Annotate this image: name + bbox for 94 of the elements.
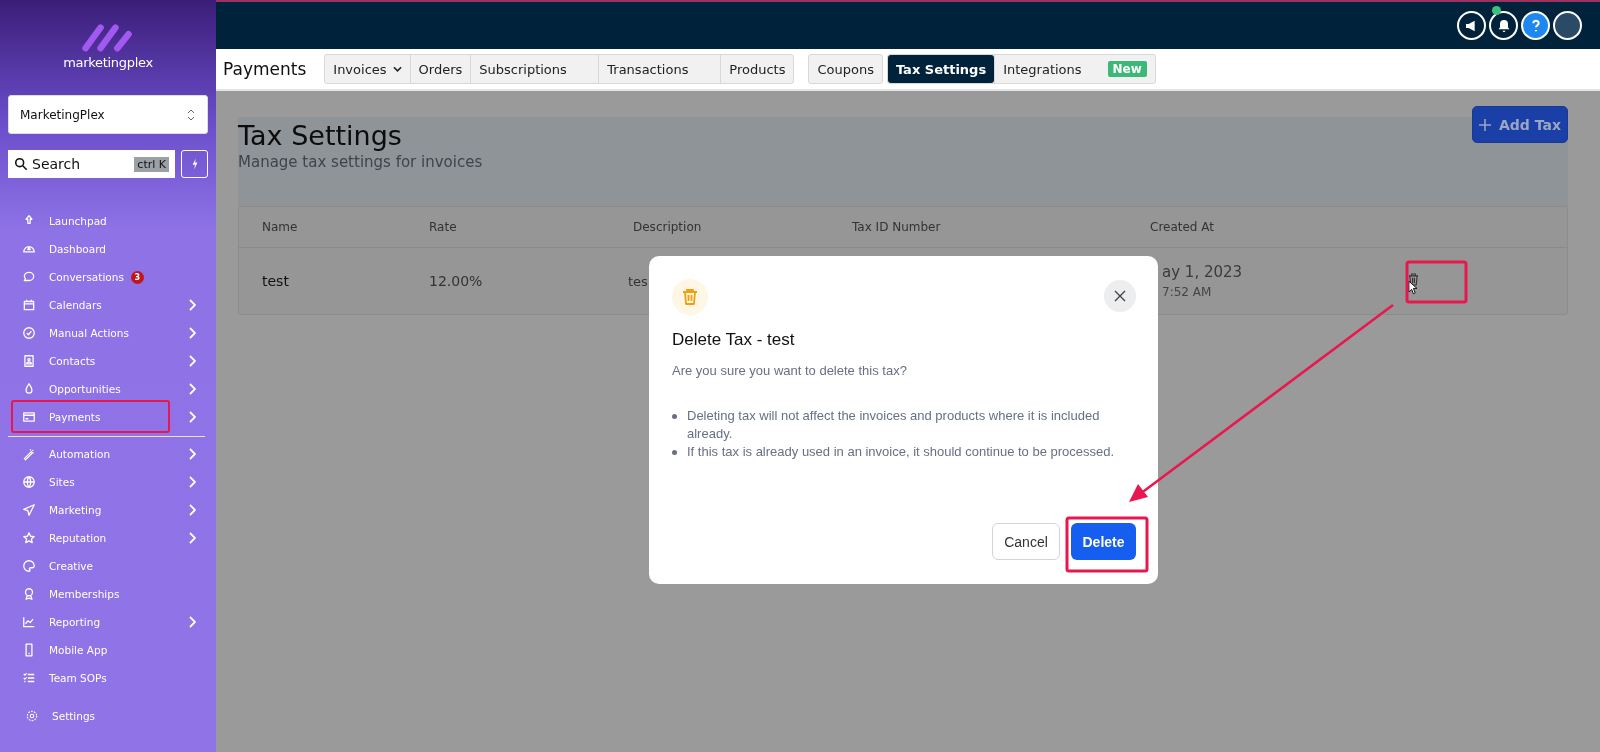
nav-item[interactable]: Conversations 3 <box>0 263 216 291</box>
nav-icon <box>22 447 36 461</box>
dialog-bullet: Deleting tax will not affect the invoices and products where it is included already. <box>687 407 1101 443</box>
dialog-message: Are you sure you want to delete this tax? <box>672 363 908 378</box>
chevron-icon <box>188 616 196 628</box>
cursor-icon <box>1408 280 1417 295</box>
nav-item[interactable]: Marketing <box>0 496 216 524</box>
shortcut-hint: ctrl K <box>134 156 169 172</box>
nav-item[interactable]: Dashboard <box>0 235 216 263</box>
nav-item[interactable]: Automation <box>0 440 216 468</box>
column-header: Description <box>633 220 703 234</box>
nav-item[interactable]: Reporting <box>0 608 216 636</box>
tab[interactable]: Products <box>720 55 794 83</box>
nav-item[interactable]: Payments <box>0 403 216 431</box>
search-icon <box>14 157 28 171</box>
tab[interactable]: Invoices <box>325 55 410 83</box>
nav-icon <box>22 382 36 396</box>
nav-item[interactable]: Calendars <box>0 291 216 319</box>
lightning-icon <box>190 157 199 171</box>
nav-icon <box>22 475 36 489</box>
chevron-icon <box>188 299 196 311</box>
chevron-icon <box>188 476 196 488</box>
delete-button[interactable]: Delete <box>1071 523 1136 560</box>
sort-icon <box>187 108 195 121</box>
table-cell-text: test <box>262 273 290 289</box>
nav-item[interactable]: Sites <box>0 468 216 496</box>
add-tax-button[interactable]: Add Tax <box>1472 106 1568 143</box>
table-cell-text: 7:52 AM <box>1162 285 1213 299</box>
tab[interactable]: Integrations New <box>994 55 1155 83</box>
nav-item[interactable]: Memberships <box>0 580 216 608</box>
quick-action-button[interactable] <box>181 150 208 178</box>
chevron-icon <box>188 383 196 395</box>
nav-icon <box>22 354 36 368</box>
notifications-button[interactable] <box>1489 11 1518 40</box>
tab[interactable]: Coupons <box>809 55 882 83</box>
account-selector[interactable]: MarketingPlex <box>8 95 208 134</box>
column-header: Created At <box>1150 220 1215 234</box>
announcements-button[interactable] <box>1457 11 1486 40</box>
tab[interactable]: Tax Settings <box>887 55 995 83</box>
close-icon <box>1114 290 1126 302</box>
column-header: Tax ID Number <box>852 220 942 234</box>
nav-icon <box>22 503 36 517</box>
avatar-button[interactable] <box>1553 11 1582 40</box>
dialog-title: Delete Tax - test <box>672 330 796 350</box>
bullet-icon <box>672 450 677 455</box>
cancel-button[interactable]: Cancel <box>992 523 1060 560</box>
tab[interactable]: Transactions <box>598 55 721 83</box>
count-badge: 3 <box>130 270 144 284</box>
brand-name: marketingplex <box>63 55 153 70</box>
chevron-icon <box>188 448 196 460</box>
page-title: Payments <box>223 59 307 79</box>
tab[interactable]: Subscriptions <box>470 55 599 83</box>
caret-icon <box>392 66 402 72</box>
nav-item[interactable]: Mobile App <box>0 636 216 664</box>
page-subtitle: Manage tax settings for invoices <box>238 153 483 171</box>
table-cell-text: tes <box>628 273 649 289</box>
column-header: Rate <box>429 220 458 234</box>
nav-icon <box>22 298 36 312</box>
trash-icon <box>672 279 708 315</box>
chevron-icon <box>188 355 196 367</box>
nav-item[interactable]: Launchpad <box>0 207 216 235</box>
nav-icon <box>22 615 36 629</box>
table-cell-text: ay 1, 2023 <box>1162 263 1244 281</box>
nav-icon <box>22 671 36 685</box>
chevron-icon <box>188 327 196 339</box>
nav-icon <box>22 326 36 340</box>
column-header: Name <box>262 220 299 234</box>
nav-item[interactable]: Manual Actions <box>0 319 216 347</box>
settings-icon <box>25 709 39 723</box>
settings-item[interactable]: Settings <box>0 702 216 730</box>
delete-icon[interactable] <box>1408 273 1419 286</box>
nav-icon <box>22 559 36 573</box>
bullet-icon <box>672 414 677 419</box>
nav-icon <box>22 410 36 424</box>
close-button[interactable] <box>1104 280 1136 312</box>
nav-icon <box>22 270 36 284</box>
plus-icon <box>1479 118 1491 131</box>
chevron-icon <box>188 504 196 516</box>
nav-icon <box>22 587 36 601</box>
nav-item[interactable]: Reputation <box>0 524 216 552</box>
chevron-icon <box>188 532 196 544</box>
page-heading: Tax Settings <box>238 120 403 151</box>
nav-icon <box>22 531 36 545</box>
nav-item[interactable]: Contacts <box>0 347 216 375</box>
nav-item[interactable]: Opportunities <box>0 375 216 403</box>
nav-icon <box>22 643 36 657</box>
dialog-bullet: If this tax is already used in an invoice, it should continue to be processed. <box>687 443 1115 461</box>
tab[interactable]: Orders <box>409 55 471 83</box>
help-button[interactable] <box>1521 11 1550 40</box>
search-bar[interactable]: Search ctrl K <box>8 150 175 178</box>
chevron-icon <box>188 411 196 423</box>
highlight-box <box>1405 260 1468 304</box>
nav-item[interactable]: Creative <box>0 552 216 580</box>
nav-item[interactable]: Team SOPs <box>0 664 216 692</box>
